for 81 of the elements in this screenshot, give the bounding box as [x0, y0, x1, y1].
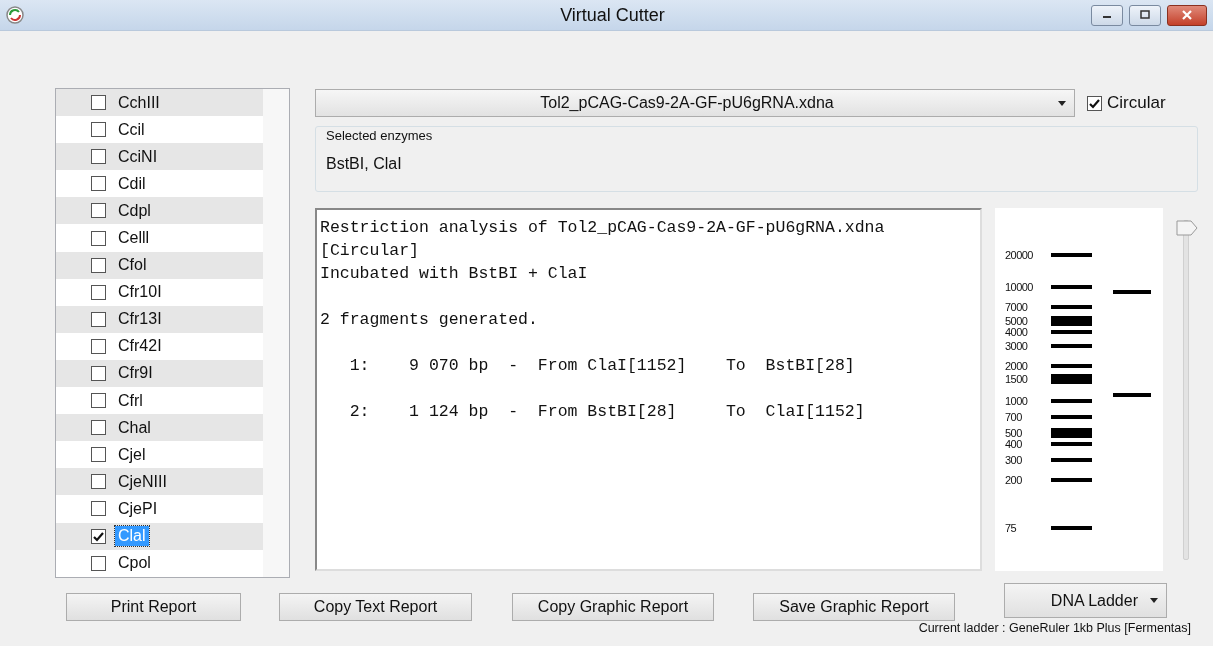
enzyme-item[interactable]: Cdpl	[115, 200, 154, 221]
circular-label: Circular	[1107, 93, 1166, 113]
ladder-label: 1000	[1004, 395, 1029, 407]
enzyme-item[interactable]: CjePI	[115, 498, 161, 519]
report-button[interactable]: Copy Text Report	[279, 593, 472, 621]
ladder-label: 7000	[1004, 301, 1029, 313]
checkbox[interactable]	[91, 203, 106, 219]
ladder-label: 200	[1004, 474, 1023, 486]
app-icon	[6, 6, 24, 24]
enzyme-item[interactable]: Cjel	[115, 444, 149, 465]
report-button[interactable]: Save Graphic Report	[753, 593, 955, 621]
ladder-label: 3000	[1004, 340, 1029, 352]
close-icon	[1180, 10, 1194, 20]
maximize-icon	[1139, 10, 1151, 20]
enzyme-item[interactable]: Cdil	[115, 173, 149, 194]
enzyme-item[interactable]: Ccil	[115, 119, 148, 140]
enzyme-item[interactable]: Cfrl	[115, 390, 146, 411]
checkbox[interactable]	[91, 447, 106, 463]
enzyme-item[interactable]: Cpol	[115, 553, 154, 574]
enzyme-item[interactable]: Cfr10I	[115, 282, 165, 303]
report-button[interactable]: Print Report	[66, 593, 241, 621]
checkbox[interactable]	[91, 501, 106, 517]
checkbox[interactable]	[91, 230, 106, 246]
checkbox[interactable]	[91, 338, 106, 354]
minimize-button[interactable]	[1091, 4, 1123, 26]
enzyme-item[interactable]: Cfr42I	[115, 336, 165, 357]
report-line: 1: 9 070 bp - From ClaI[1152] To BstBI[28]	[348, 355, 855, 377]
enzyme-item[interactable]: Cfr9I	[115, 363, 156, 384]
checkbox[interactable]	[91, 257, 106, 273]
report-line: Restriction analysis of Tol2_pCAG-Cas9-2A-GF-pU6gRNA.xdna	[320, 217, 885, 239]
circular-checkbox[interactable]	[1087, 95, 1102, 111]
report-line: [Circular]	[320, 240, 420, 262]
ladder-label: 2000	[1004, 360, 1029, 372]
maximize-button[interactable]	[1129, 4, 1161, 26]
sample-band	[1112, 393, 1151, 397]
enzyme-item[interactable]: CchIII	[115, 92, 163, 113]
checkbox[interactable]	[91, 528, 106, 544]
selected-enzymes-text: BstBI, ClaI	[326, 155, 403, 173]
enzyme-item[interactable]: Cfr13I	[115, 309, 165, 330]
report-button[interactable]: Copy Graphic Report	[512, 593, 714, 621]
enzyme-item[interactable]: CjeNIII	[115, 471, 170, 492]
ladder-label: 300	[1004, 454, 1023, 466]
checkbox[interactable]	[91, 474, 106, 490]
dropdown-arrow-icon	[1058, 100, 1066, 106]
checkbox[interactable]	[91, 393, 106, 409]
ladder-label: 500	[1004, 427, 1023, 439]
checkbox[interactable]	[91, 366, 106, 381]
ladder-label: 400	[1004, 438, 1023, 450]
ladder-label: 5000	[1004, 315, 1029, 327]
sequence-dropdown[interactable]: Tol2_pCAG-Cas9-2A-GF-pU6gRNA.xdna	[315, 89, 1075, 117]
checkbox[interactable]	[91, 95, 106, 111]
ladder-label: 75	[1004, 522, 1018, 534]
checkbox[interactable]	[91, 284, 106, 300]
slider-thumb[interactable]	[1176, 220, 1199, 236]
group-legend: Selected enzymes	[326, 128, 1187, 143]
checkbox[interactable]	[91, 555, 106, 571]
ladder-label: 4000	[1004, 326, 1029, 338]
status-text: Current ladder : GeneRuler 1kb Plus [Fermentas]	[918, 621, 1191, 635]
checkbox[interactable]	[91, 420, 106, 436]
ladder-label: 10000	[1004, 281, 1034, 293]
enzyme-item[interactable]: Cfol	[115, 255, 150, 276]
checkbox[interactable]	[91, 122, 106, 138]
dropdown-arrow-icon	[1150, 598, 1158, 603]
report-line: Incubated with BstBI + ClaI	[320, 263, 588, 285]
report-line: 2: 1 124 bp - From BstBI[28] To ClaI[1152]	[348, 401, 865, 423]
checkbox[interactable]	[91, 176, 106, 192]
checkbox[interactable]	[91, 311, 106, 327]
ladder-label: 20000	[1004, 249, 1034, 261]
enzyme-item[interactable]: Chal	[115, 417, 154, 438]
report-line: 2 fragments generated.	[320, 309, 538, 331]
ladder-label: 700	[1004, 411, 1023, 423]
sample-band	[1112, 290, 1151, 294]
enzyme-item[interactable]: CciNI	[115, 146, 161, 167]
zoom-slider[interactable]	[1176, 220, 1198, 560]
enzyme-item[interactable]: Celll	[115, 228, 153, 248]
close-button[interactable]	[1167, 4, 1207, 26]
checkbox[interactable]	[91, 149, 106, 165]
window-title: Virtual Cutter	[559, 4, 666, 26]
ladder-dropdown[interactable]: DNA Ladder	[1004, 583, 1167, 618]
ladder-label: 1500	[1004, 373, 1029, 385]
report-textarea[interactable]	[315, 208, 982, 571]
